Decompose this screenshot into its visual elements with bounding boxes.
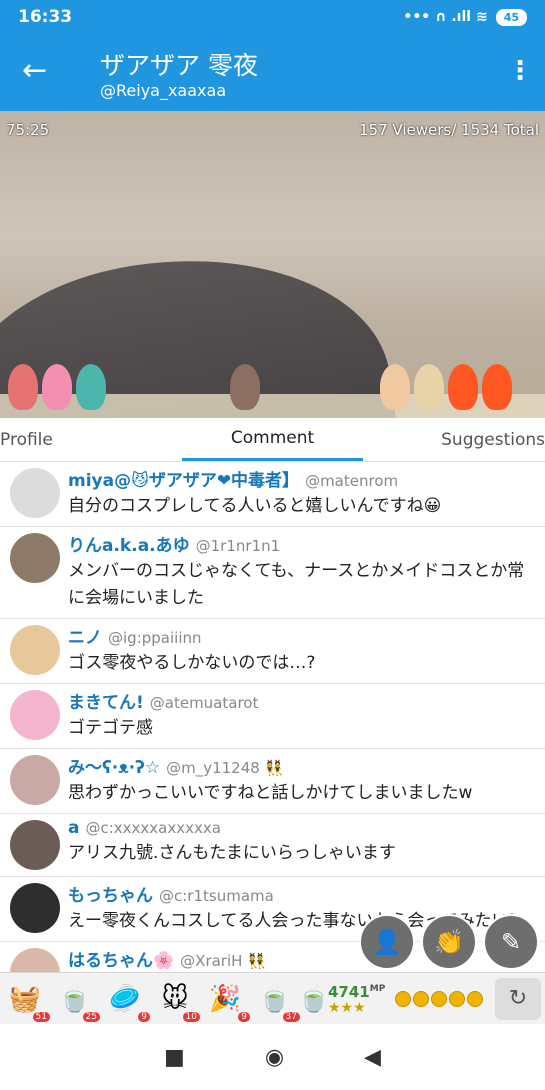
comment-row: まきてん! @atemuatarot ゴテゴテ感 [0, 684, 545, 749]
gift-count: 9 [138, 1011, 150, 1022]
comment-row: み〜ʕ·ᴥ·ʔ☆ @m_y11248 👯 思わずかっこいいですねと話しかけてしまい… [0, 749, 545, 814]
cartoon-characters-right [380, 364, 516, 414]
gift-count: 10 [182, 1011, 200, 1022]
back-arrow-icon[interactable]: ← [22, 54, 56, 88]
system-nav-bar: ■ ◉ ◀ [0, 1024, 545, 1090]
action-buttons: 👤 👏 ✎ [359, 914, 539, 970]
comment-author[interactable]: りんa.k.a.あゆ [68, 536, 190, 556]
mp-unit: MP [369, 983, 386, 994]
gift-count: 51 [32, 1011, 50, 1022]
comment-author[interactable]: み〜ʕ·ᴥ·ʔ☆ [68, 758, 160, 778]
comment-handle: @c:xxxxxaxxxxxa [85, 819, 221, 837]
comment-text: ゴテゴテ感 [68, 718, 153, 738]
comment-text: メンバーのコスじゃなくても、ナースとかメイドコスとか常に会場にいました [68, 561, 525, 608]
avatar[interactable] [10, 883, 60, 933]
avatar[interactable] [10, 533, 60, 583]
gift-tea-50-icon[interactable]: 🍵 37 [254, 978, 300, 1022]
comment-author[interactable]: miya@😼ザアザア❤中毒者】 [68, 471, 299, 491]
gift-count: 25 [82, 1011, 100, 1022]
coin-icon [449, 990, 466, 1007]
live-video[interactable]: 75:25 157 Viewers/ 1534 Total [0, 111, 545, 418]
status-indicators: ••• ∩ .ıll ≋ [403, 9, 488, 25]
home-icon[interactable]: ◉ [265, 1045, 284, 1070]
broadcaster-name: ザアザア 零夜 [100, 51, 258, 80]
comment-text: 思わずかっこいいですねと話しかけてしまいましたw [68, 783, 473, 803]
comment-handle: @m_y11248 👯 [166, 759, 284, 777]
comment-handle: @atemuatarot [149, 694, 259, 712]
tab-comment[interactable]: Comment [181, 418, 364, 461]
coin-icon [413, 990, 430, 1007]
cartoon-character-center [230, 364, 264, 414]
viewer-count: 157 Viewers/ 1534 Total [359, 121, 539, 139]
comment-author[interactable]: ニノ [68, 628, 102, 648]
follow-user-icon[interactable]: 👤 [359, 914, 415, 970]
elapsed-time: 75:25 [6, 121, 50, 139]
gift-mouse-icon[interactable]: 🐭 10 [154, 978, 200, 1022]
comment-row: a @c:xxxxxaxxxxxa アリス九號.さんもたまにいらっしゃいます [0, 814, 545, 877]
write-comment-icon[interactable]: ✎ [483, 914, 539, 970]
coin-icon [395, 990, 412, 1007]
gift-bar: 🧺 51 🍵 25 🥏 9 🐭 10 🎉 9 🍵 37 🍵 4741MP ★★★ ↻ [0, 972, 545, 1024]
refresh-icon[interactable]: ↻ [495, 977, 541, 1020]
avatar[interactable] [10, 755, 60, 805]
gift-disc-icon[interactable]: 🥏 9 [104, 978, 150, 1022]
avatar[interactable] [10, 948, 60, 972]
comment-author[interactable]: a [68, 818, 79, 838]
comment-text: 自分のコスプレしてる人いると嬉しいんですね😀 [68, 496, 442, 516]
comment-author[interactable]: はるちゃん🌸 [68, 951, 174, 971]
comment-list[interactable]: miya@😼ザアザア❤中毒者】 @matenrom 自分のコスプレしてる人いると嬉… [0, 462, 545, 972]
comment-row: ニノ @ig:ppaiiinn ゴス零夜やるしかないのでは…? [0, 619, 545, 684]
comment-author[interactable]: まきてん! [68, 693, 144, 713]
coin-meter [395, 990, 484, 1007]
comment-text: ゴス零夜やるしかないのでは…? [68, 653, 316, 673]
app-bar: ← ザアザア 零夜 @Reiya_xaaxaa ⋮ [0, 34, 545, 111]
comment-handle: @matenrom [305, 472, 399, 490]
mp-stars: ★★★ [328, 999, 366, 1016]
cartoon-characters-left [8, 364, 110, 414]
comment-handle: @1r1nr1n1 [195, 537, 281, 555]
gift-tea-icon[interactable]: 🍵 25 [54, 978, 100, 1022]
broadcaster-handle: @Reiya_xaaxaa [100, 81, 227, 100]
gift-basket-icon[interactable]: 🧺 51 [4, 978, 50, 1022]
comment-handle: @XrariH 👯 [180, 952, 266, 970]
coin-icon [431, 990, 448, 1007]
recents-icon[interactable]: ■ [164, 1045, 185, 1070]
back-icon[interactable]: ◀ [364, 1045, 381, 1070]
comment-text: アリス九號.さんもたまにいらっしゃいます [68, 843, 396, 863]
status-bar: 16:33 ••• ∩ .ıll ≋ 45 [0, 0, 545, 34]
comment-handle: @ig:ppaiiinn [108, 629, 202, 647]
tab-bar: Profile Comment Suggestions [0, 418, 545, 462]
avatar[interactable] [10, 468, 60, 518]
clap-icon[interactable]: 👏 [421, 914, 477, 970]
comment-row: りんa.k.a.あゆ @1r1nr1n1 メンバーのコスじゃなくても、ナースとかメ… [0, 527, 545, 619]
comment-row: miya@😼ザアザア❤中毒者】 @matenrom 自分のコスプレしてる人いると嬉… [0, 462, 545, 527]
more-vert-icon[interactable]: ⋮ [507, 54, 533, 88]
mp-value: 4741 [328, 982, 370, 1001]
tab-profile[interactable]: Profile [0, 418, 182, 461]
comment-author[interactable]: もっちゃん [68, 886, 153, 906]
coin-icon [467, 990, 484, 1007]
gift-tea-10-icon[interactable]: 🍵 [298, 978, 330, 1020]
gift-party-icon[interactable]: 🎉 9 [204, 978, 250, 1022]
mp-counter: 4741MP ★★★ [328, 983, 385, 1015]
tab-suggestions[interactable]: Suggestions [363, 418, 545, 461]
status-time: 16:33 [18, 7, 73, 27]
comment-handle: @c:r1tsumama [159, 887, 274, 905]
avatar[interactable] [10, 625, 60, 675]
avatar[interactable] [10, 690, 60, 740]
gift-count: 9 [238, 1011, 250, 1022]
avatar[interactable] [10, 820, 60, 870]
battery-icon: 45 [495, 8, 527, 26]
